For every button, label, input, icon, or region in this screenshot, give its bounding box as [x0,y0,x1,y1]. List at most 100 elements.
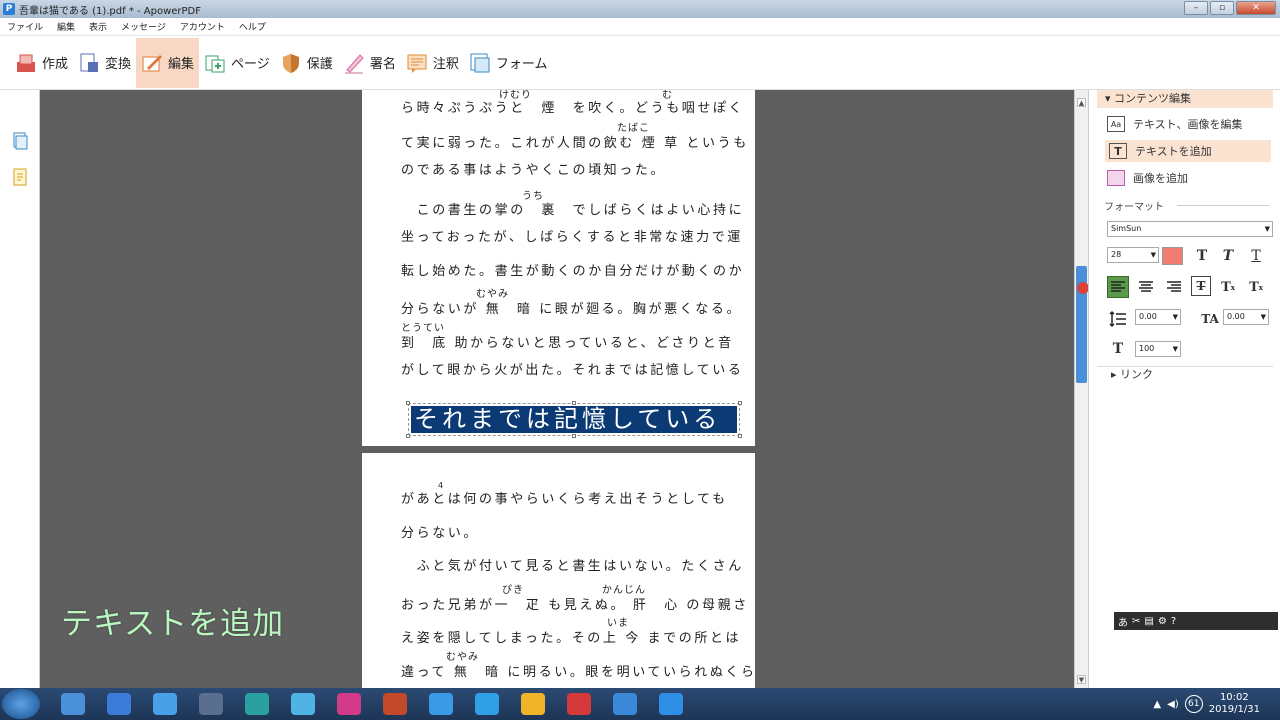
scroll-down-arrow[interactable]: ▼ [1077,675,1086,684]
format-divider [1177,205,1269,206]
selected-text[interactable]: それまでは記憶している [411,406,737,433]
pdf-page-2[interactable]: 4 があとは何の事やらいくら考え出そうとしても 分らない。 ふと気が付いて見ると… [362,453,755,688]
scroll-up-arrow[interactable]: ▲ [1077,98,1086,107]
resize-handle[interactable] [406,434,410,438]
resize-handle[interactable] [738,401,742,405]
menu-view[interactable]: 表示 [82,20,114,33]
add-text-option[interactable]: T テキストを追加 [1105,140,1271,162]
menu-file[interactable]: ファイル [0,20,50,33]
edit-text-image-option[interactable]: Aa テキスト、画像を編集 [1107,113,1242,135]
ime-tools-icon[interactable]: ✂ [1132,616,1140,627]
taskbar-app-icon[interactable] [556,689,602,719]
maximize-button[interactable]: ▫ [1210,1,1234,15]
char-spacing-select[interactable]: 0.00 ▼ [1223,309,1269,325]
menu-edit[interactable]: 編集 [50,20,82,33]
text-line: 違って 無 暗 に明るい。眼を明いていられぬくら [401,665,757,680]
taskbar-app-icon[interactable] [50,689,96,719]
taskbar-apps [50,689,694,719]
text-line: おった兄弟が一 疋 も見えぬ。 肝 心 の母親さ [401,598,749,613]
thumbnails-icon[interactable] [11,132,29,150]
subscript-button[interactable]: Tx [1245,276,1267,298]
start-button[interactable] [2,689,40,719]
resize-handle[interactable] [572,434,576,438]
content-edit-section-header[interactable]: ▾ コンテンツ編集 [1097,90,1273,108]
chevron-down-icon: ▼ [1172,313,1178,321]
taskbar-app-icon[interactable] [648,689,694,719]
ime-settings-icon[interactable]: ⚙ [1158,616,1167,627]
menu-help[interactable]: ヘルプ [232,20,273,33]
tool-create[interactable]: 作成 [10,38,73,88]
char-spacing-icon: TA [1201,312,1219,326]
font-size-select[interactable]: 28 ▼ [1107,247,1159,263]
tool-page[interactable]: ページ [199,38,275,88]
menu-message[interactable]: メッセージ [114,20,173,33]
add-image-icon [1107,170,1125,186]
taskbar-app-icon[interactable] [96,689,142,719]
collapse-arrow-icon: ▾ [1105,92,1115,105]
strikethrough-button[interactable]: T [1191,276,1211,296]
convert-icon [78,52,100,74]
taskbar-app-icon[interactable] [326,689,372,719]
volume-icon[interactable]: ◀) [1167,699,1179,710]
text-line: があとは何の事やらいくら考え出そうとしても [401,492,728,507]
minimize-button[interactable]: – [1184,1,1208,15]
attachments-icon[interactable] [11,168,29,186]
text-line: 分らない。 [401,526,480,541]
menu-account[interactable]: アカウント [173,20,232,33]
text-line: て実に弱った。これが人間の飲む 煙 草 というも [401,136,749,151]
edit-icon [141,52,163,74]
clock[interactable]: 10:02 2019/1/31 [1209,692,1260,716]
align-left-button[interactable] [1107,276,1129,298]
tool-form[interactable]: フォーム [464,38,553,88]
tool-protect[interactable]: 保護 [275,38,338,88]
notification-badge[interactable]: 61 [1184,695,1203,713]
tool-annotate[interactable]: 注釈 [401,38,464,88]
text-line: 坐っておったが、しばらくすると非常な速力で運 [401,230,743,245]
link-section-header[interactable]: ▸ リンク [1097,366,1273,382]
taskbar-app-icon[interactable] [510,689,556,719]
network-icon[interactable]: ▲ [1153,699,1161,710]
resize-handle[interactable] [738,434,742,438]
align-center-button[interactable] [1135,276,1157,298]
taskbar-app-icon[interactable] [142,689,188,719]
selected-text-box[interactable]: それまでは記憶している [406,401,742,438]
resize-handle[interactable] [572,401,576,405]
font-size-value: 28 [1111,250,1122,259]
taskbar-app-icon[interactable] [602,689,648,719]
line-spacing-select[interactable]: 0.00 ▼ [1135,309,1181,325]
resize-handle[interactable] [406,401,410,405]
italic-button[interactable]: T [1217,245,1239,267]
taskbar-app-icon[interactable] [188,689,234,719]
font-color-swatch[interactable] [1162,247,1183,265]
ime-help-icon[interactable]: ? [1171,616,1176,627]
taskbar-app-icon[interactable] [234,689,280,719]
tool-convert[interactable]: 変換 [73,38,136,88]
close-button[interactable]: ✕ [1236,1,1276,15]
expand-arrow-icon: ▸ [1111,368,1121,381]
align-right-button[interactable] [1163,276,1185,298]
ime-mode-icon[interactable]: あ [1118,614,1128,629]
text-scale-select[interactable]: 100 ▼ [1135,341,1181,357]
taskbar-app-icon[interactable] [372,689,418,719]
clock-date: 2019/1/31 [1208,704,1260,715]
tool-sign[interactable]: 署名 [338,38,401,88]
ime-dictionary-icon[interactable]: ▤ [1144,616,1153,627]
text-scale-icon: T [1112,341,1124,357]
app-icon [291,693,315,715]
add-image-option[interactable]: 画像を追加 [1107,167,1188,189]
app-icon [245,693,269,715]
bold-button[interactable]: T [1191,245,1213,267]
edit-text-image-icon: Aa [1107,116,1125,132]
clock-time: 10:02 [1219,692,1249,703]
superscript-button[interactable]: Tx [1217,276,1239,298]
tool-convert-label: 変換 [105,57,132,72]
vertical-scrollbar[interactable]: ▲ ▼ [1074,90,1088,688]
taskbar-app-icon[interactable] [464,689,510,719]
taskbar-app-icon[interactable] [280,689,326,719]
underline-button[interactable]: T [1245,245,1267,267]
taskbar-app-icon[interactable] [418,689,464,719]
font-family-select[interactable]: SimSun ▼ [1107,221,1273,237]
ime-language-bar[interactable]: あ ✂ ▤ ⚙ ? [1114,612,1278,630]
pdf-page-1[interactable]: けむり む ら時々ぷうぷうと 煙 を吹く。どうも咽せぽく たばこ て実に弱った。… [362,90,755,446]
tool-edit[interactable]: 編集 [136,37,200,88]
